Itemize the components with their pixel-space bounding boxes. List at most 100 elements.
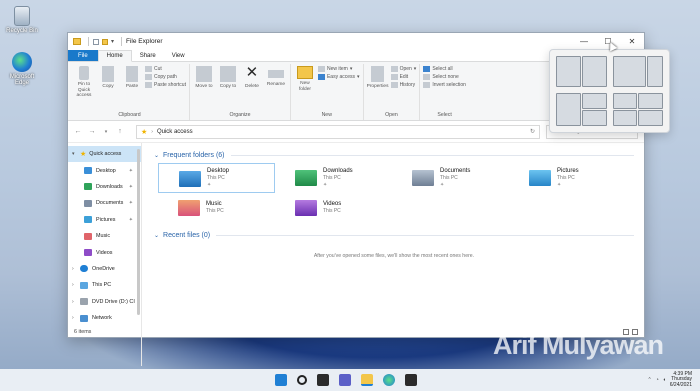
paste-button[interactable]: Paste	[121, 64, 143, 111]
minimize-button[interactable]: —	[572, 33, 596, 50]
group-label: New	[321, 112, 332, 118]
nav-item-quick-access[interactable]: ▾ ★ Quick access	[68, 146, 141, 163]
folder-tile-music[interactable]: Music This PC	[158, 193, 275, 223]
properties-icon[interactable]	[93, 38, 99, 45]
delete-button[interactable]: ✕ Delete	[241, 64, 263, 111]
snap-layout-quadrants[interactable]	[612, 92, 663, 126]
snap-zone[interactable]	[638, 109, 663, 126]
easy-access-button[interactable]: Easy access ▾	[317, 74, 360, 80]
rename-button[interactable]: Rename	[265, 64, 287, 111]
snap-layout-main-and-stack[interactable]	[556, 92, 607, 126]
scissors-icon	[145, 66, 152, 72]
select-none-button[interactable]: Select none	[423, 74, 466, 80]
move-to-button[interactable]: Move to	[193, 64, 215, 111]
up-button[interactable]: ↑	[116, 128, 124, 135]
recent-locations-button[interactable]: ▾	[102, 129, 110, 135]
search-icon[interactable]	[297, 375, 307, 385]
downloads-folder-icon	[295, 170, 317, 186]
new-item-button[interactable]: New item ▾	[317, 66, 360, 72]
select-all-button[interactable]: Select all	[423, 66, 466, 72]
properties-button[interactable]: Properties	[367, 64, 389, 111]
snap-zone[interactable]	[612, 92, 638, 109]
pin-quick-access-button[interactable]: Pin to Quick access	[73, 64, 95, 111]
wifi-icon[interactable]: ◔	[656, 377, 659, 383]
tab-file[interactable]: File	[68, 50, 98, 61]
edge-icon[interactable]	[383, 374, 395, 386]
nav-item-network[interactable]: › Network	[68, 310, 141, 326]
invert-selection-button[interactable]: Invert selection	[423, 82, 466, 88]
customize-qat-icon[interactable]: ▾	[111, 38, 114, 45]
copy-path-button[interactable]: Copy path	[145, 74, 186, 80]
back-button[interactable]: ←	[74, 128, 82, 135]
address-bar[interactable]: ★ › Quick access ↻	[136, 124, 540, 139]
edit-button[interactable]: Edit	[390, 74, 417, 80]
frequent-folders-header[interactable]: ⌄ Frequent folders (6)	[154, 149, 634, 161]
folder-tile-videos[interactable]: Videos This PC	[275, 193, 392, 223]
snap-layout-halves[interactable]	[556, 56, 607, 87]
divider	[216, 234, 634, 236]
close-button[interactable]: ✕	[620, 33, 644, 50]
history-button[interactable]: History	[390, 82, 417, 88]
recent-files-header[interactable]: ⌄ Recent files (0)	[154, 229, 634, 241]
snap-zone[interactable]	[556, 92, 581, 126]
nav-item-videos[interactable]: Videos	[68, 244, 141, 260]
task-view-icon[interactable]	[317, 374, 329, 386]
new-folder-icon[interactable]	[102, 38, 108, 45]
clock[interactable]: 4:39 PM Thursday 6/24/2021	[669, 371, 692, 389]
nav-item-this-pc[interactable]: › This PC	[68, 277, 141, 293]
file-explorer-icon[interactable]	[361, 374, 373, 386]
snap-zone[interactable]	[646, 56, 663, 87]
snap-zone[interactable]	[581, 109, 607, 126]
folder-tile-documents[interactable]: Documents This PC ✦	[392, 163, 509, 193]
widgets-icon[interactable]	[339, 374, 351, 386]
desktop-icon-recycle-bin[interactable]: Recycle Bin	[4, 6, 40, 34]
nav-item-pictures[interactable]: Pictures ✦	[68, 212, 141, 228]
button-label: Move to	[195, 84, 213, 89]
nav-label: Network	[92, 315, 112, 322]
nav-item-downloads[interactable]: Downloads ✦	[68, 179, 141, 195]
open-button[interactable]: Open ▾	[390, 66, 416, 72]
folder-tile-desktop[interactable]: Desktop This PC ✦	[158, 163, 275, 193]
snap-zone[interactable]	[612, 109, 638, 126]
button-label: Easy access	[326, 74, 356, 80]
nav-scrollbar[interactable]	[137, 149, 140, 315]
star-icon: ★	[141, 128, 148, 136]
nav-item-onedrive[interactable]: › OneDrive	[68, 261, 141, 277]
clock-date: 6/24/2021	[669, 381, 692, 388]
copy-icon	[102, 66, 114, 82]
copy-path-icon	[145, 74, 152, 80]
nav-item-documents[interactable]: Documents ✦	[68, 195, 141, 211]
copy-to-button[interactable]: Copy to	[217, 64, 239, 111]
pin-icon: ✦	[557, 181, 562, 188]
chevron-up-icon[interactable]: ⌃	[647, 377, 651, 383]
nav-item-desktop[interactable]: Desktop ✦	[68, 162, 141, 178]
store-icon[interactable]	[405, 374, 417, 386]
folder-tile-pictures[interactable]: Pictures This PC ✦	[509, 163, 626, 193]
folder-name: Pictures	[557, 167, 579, 174]
snap-zone[interactable]	[612, 56, 646, 87]
snap-zone[interactable]	[638, 92, 663, 109]
nav-item-dvd-drive[interactable]: › DVD Drive (D:) CI	[68, 294, 141, 310]
volume-icon[interactable]: ◖	[663, 377, 666, 383]
tab-view[interactable]: View	[164, 50, 193, 61]
new-folder-button[interactable]: New folder	[294, 64, 316, 111]
refresh-icon[interactable]: ↻	[530, 128, 539, 135]
delete-icon: ✕	[245, 64, 259, 81]
cut-button[interactable]: Cut	[145, 66, 186, 72]
copy-button[interactable]: Copy	[97, 64, 119, 111]
snap-zone[interactable]	[581, 56, 607, 87]
snap-layout-two-thirds[interactable]	[612, 56, 663, 87]
start-icon[interactable]	[275, 374, 287, 386]
snap-zone[interactable]	[556, 56, 581, 87]
button-label: History	[399, 82, 416, 88]
snap-zone[interactable]	[581, 92, 607, 109]
nav-item-music[interactable]: Music	[68, 228, 141, 244]
desktop-icon-edge[interactable]: Microsoft Edge	[4, 52, 40, 86]
tab-share[interactable]: Share	[132, 50, 164, 61]
forward-button[interactable]: →	[88, 128, 96, 135]
folder-tile-downloads[interactable]: Downloads This PC ✦	[275, 163, 392, 193]
paste-shortcut-button[interactable]: Paste shortcut	[145, 82, 186, 88]
tab-home[interactable]: Home	[97, 50, 132, 62]
item-count: 6 items	[74, 328, 92, 335]
group-label: Clipboard	[118, 112, 141, 118]
